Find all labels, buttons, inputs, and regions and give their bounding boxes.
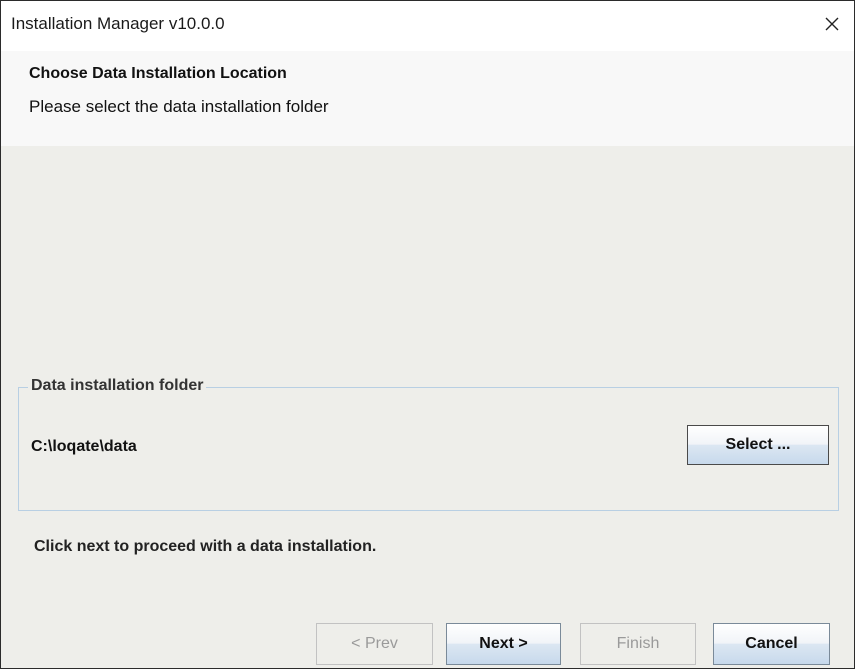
select-folder-button[interactable]: Select ... xyxy=(687,425,829,465)
close-icon xyxy=(825,17,839,31)
prev-button[interactable]: < Prev xyxy=(316,623,433,665)
instruction-text: Click next to proceed with a data instal… xyxy=(34,538,377,555)
page-title: Choose Data Installation Location xyxy=(29,65,287,82)
finish-button[interactable]: Finish xyxy=(580,623,696,665)
next-button[interactable]: Next > xyxy=(446,623,561,665)
page-subtitle: Please select the data installation fold… xyxy=(29,97,329,116)
group-legend: Data installation folder xyxy=(28,377,207,395)
window-title: Installation Manager v10.0.0 xyxy=(11,14,225,33)
header-panel: Choose Data Installation Location Please… xyxy=(1,51,854,146)
title-bar[interactable]: Installation Manager v10.0.0 xyxy=(1,1,854,51)
data-folder-group: Data installation folder C:\loqate\data … xyxy=(18,377,839,511)
installer-window: Installation Manager v10.0.0 Choose Data… xyxy=(0,0,855,669)
cancel-button[interactable]: Cancel xyxy=(713,623,830,665)
content-panel: Data installation folder C:\loqate\data … xyxy=(1,146,854,668)
close-button[interactable] xyxy=(816,8,848,40)
folder-path-value: C:\loqate\data xyxy=(31,438,137,455)
